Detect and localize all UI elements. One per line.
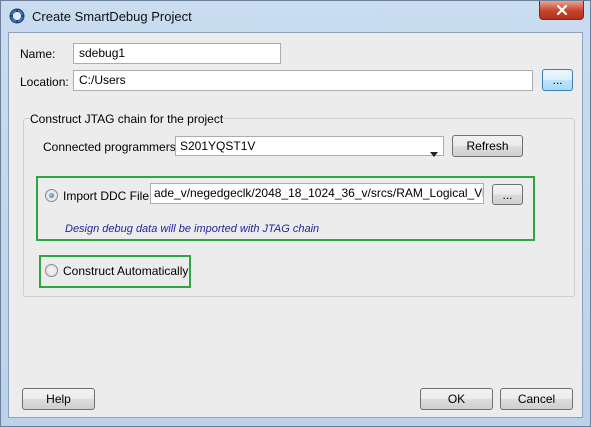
name-label: Name: — [20, 47, 56, 61]
import-note-text: Design debug data will be imported with … — [65, 223, 320, 235]
location-label: Location: — [20, 75, 69, 89]
close-button[interactable] — [539, 1, 584, 20]
jtag-group-caption: Construct JTAG chain for the project — [30, 112, 224, 126]
name-input[interactable]: sdebug1 — [73, 43, 281, 64]
help-button[interactable]: Help — [22, 388, 95, 410]
dialog-client-area: Name: sdebug1 Location: C:/Users ... Con… — [8, 32, 583, 418]
close-icon — [556, 4, 568, 16]
chevron-down-icon — [430, 144, 438, 163]
import-ddc-radio[interactable] — [45, 189, 58, 202]
smartdebug-icon — [9, 8, 25, 24]
programmers-select[interactable]: S201YQST1V — [175, 136, 444, 157]
import-ddc-label: Import DDC File: — [63, 189, 153, 203]
construct-auto-label: Construct Automatically — [63, 264, 189, 278]
window-title: Create SmartDebug Project — [32, 9, 192, 24]
construct-auto-radio[interactable] — [45, 264, 58, 277]
import-ddc-input[interactable]: ade_v/negedgeclk/2048_18_1024_36_v/srcs/… — [150, 183, 484, 204]
refresh-button[interactable]: Refresh — [452, 135, 523, 157]
title-bar[interactable]: Create SmartDebug Project — [1, 1, 590, 31]
location-input[interactable]: C:/Users — [73, 70, 533, 91]
programmers-label: Connected programmers: — [43, 140, 180, 154]
cancel-button[interactable]: Cancel — [500, 388, 573, 410]
programmers-selected-value: S201YQST1V — [180, 139, 256, 153]
import-ddc-browse-button[interactable]: ... — [492, 184, 523, 205]
ok-button[interactable]: OK — [420, 388, 493, 410]
dialog-window: Create SmartDebug Project Name: sdebug1 … — [0, 0, 591, 427]
location-browse-button[interactable]: ... — [542, 69, 573, 91]
